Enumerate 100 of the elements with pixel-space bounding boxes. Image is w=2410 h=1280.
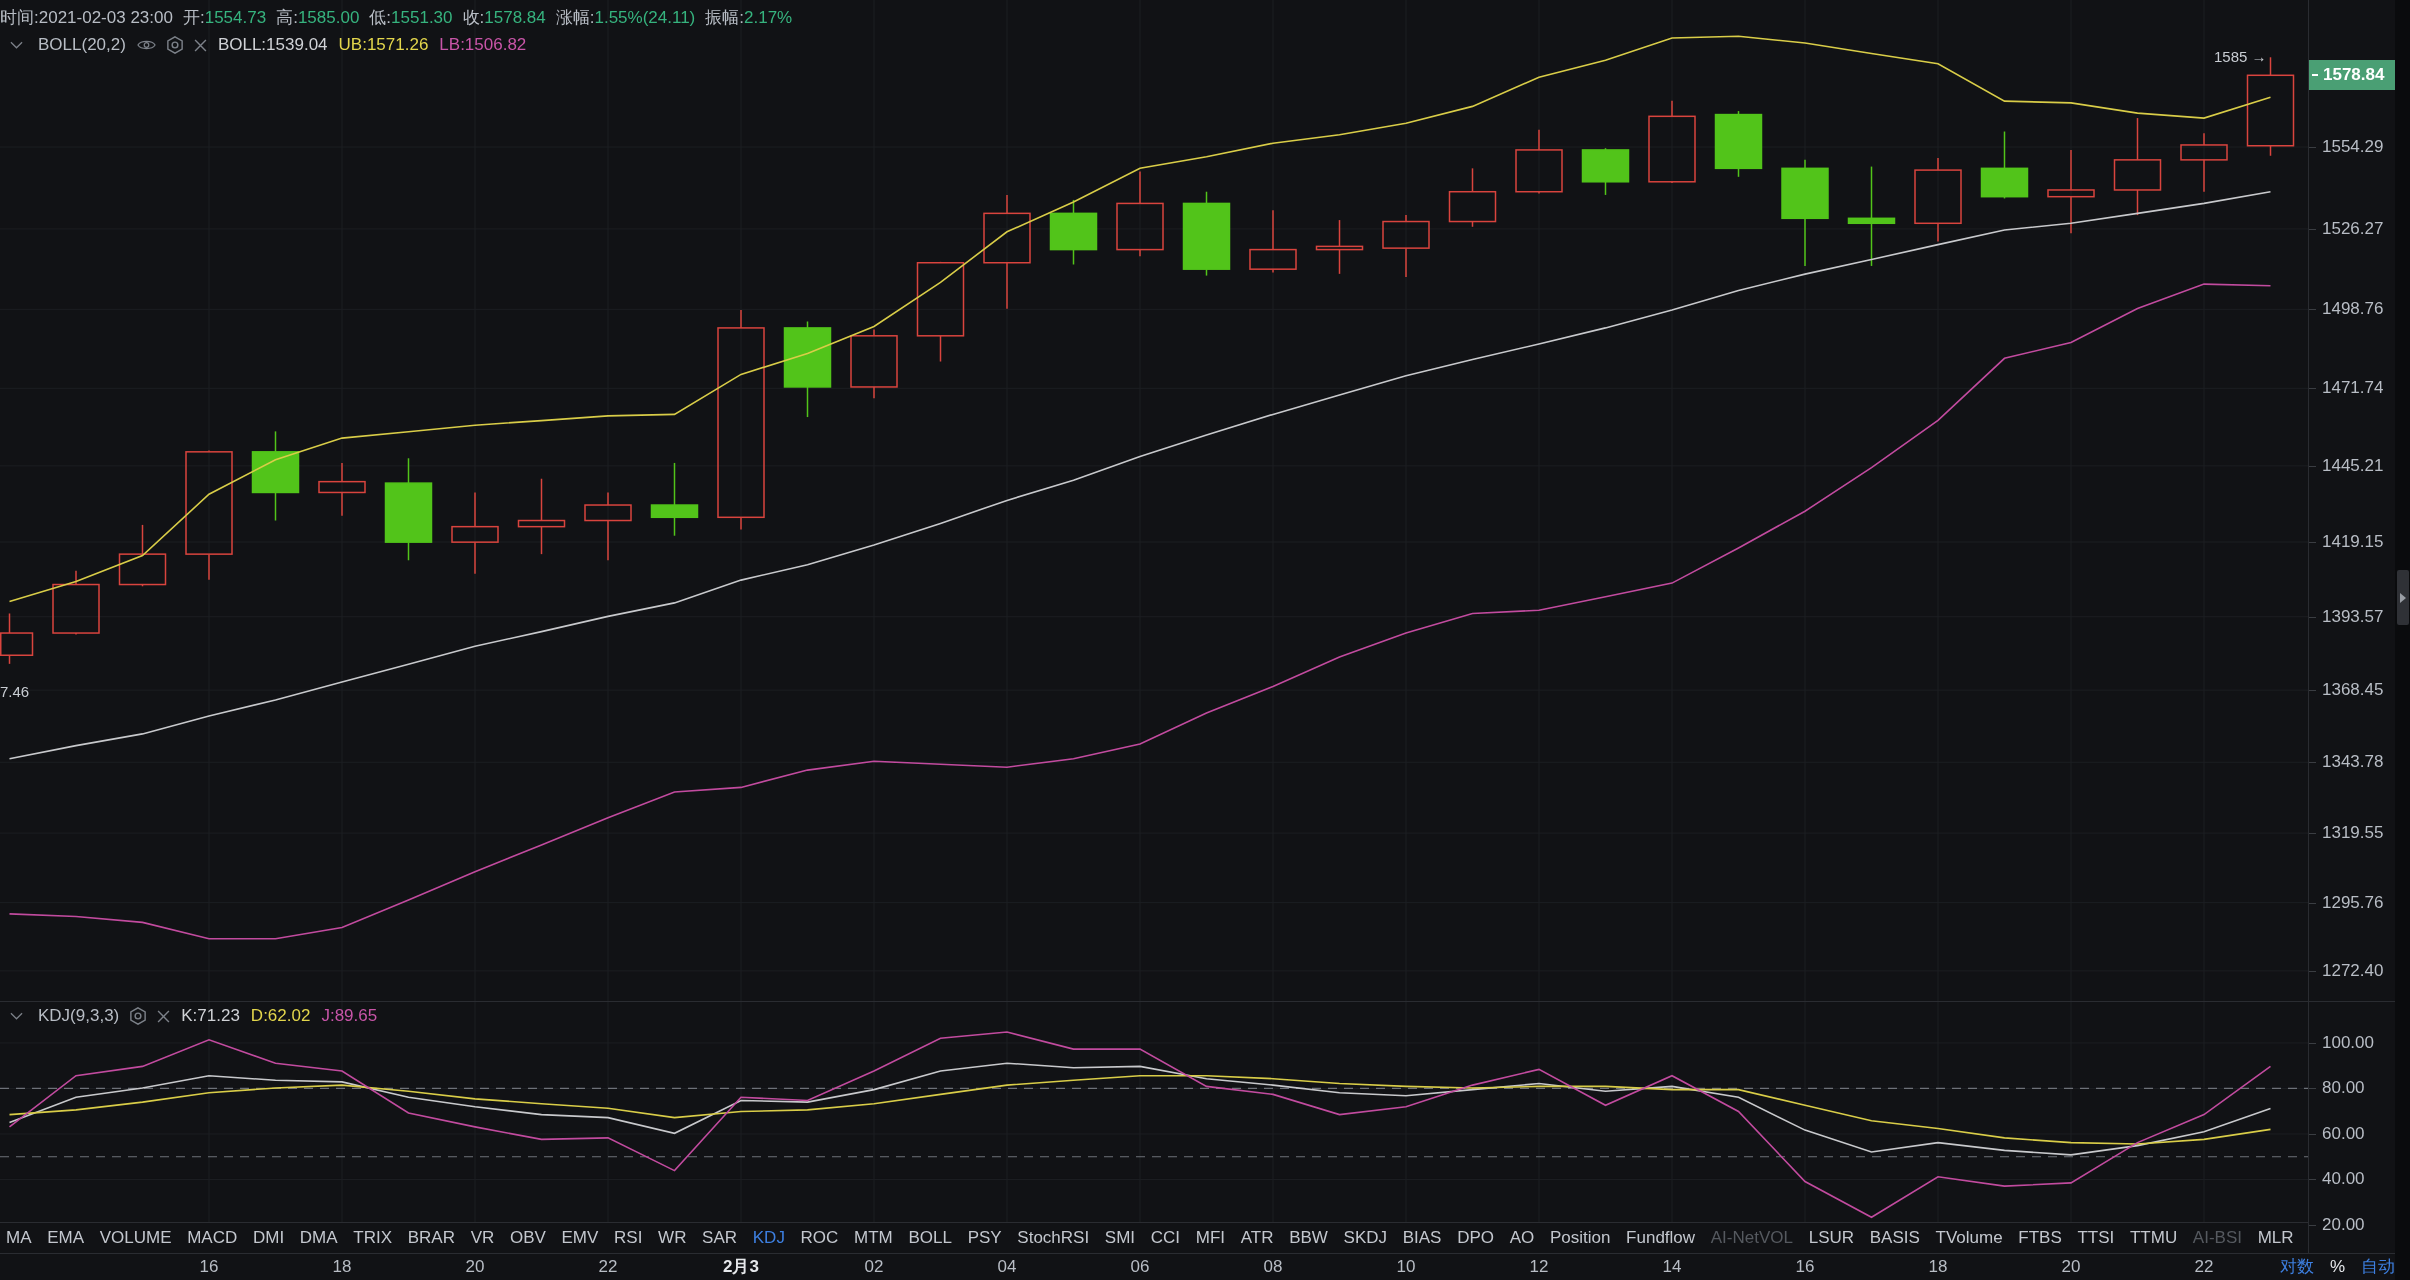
indicator-tab[interactable]: ATR xyxy=(1240,1227,1274,1249)
time-axis-label: 22 xyxy=(598,1257,618,1277)
indicator-tab[interactable]: OBV xyxy=(509,1227,546,1249)
indicator-tab[interactable]: AO xyxy=(1509,1227,1535,1249)
indicator-tab[interactable]: LSUR xyxy=(1808,1227,1855,1249)
candlestick xyxy=(1714,110,1763,178)
indicator-tab[interactable]: BIAS xyxy=(1402,1227,1442,1249)
scroll-handle[interactable] xyxy=(2397,570,2409,625)
candlestick xyxy=(1980,130,2029,200)
indicator-tab[interactable]: DPO xyxy=(1457,1227,1494,1249)
candlestick xyxy=(118,524,167,588)
close-icon[interactable] xyxy=(193,38,207,52)
time-axis-label: 06 xyxy=(1130,1257,1150,1277)
quote-stat-text: 振幅:2.17% xyxy=(705,7,793,29)
price-axis-label: 1272.40 xyxy=(2322,960,2384,981)
indicator-tab[interactable]: RSI xyxy=(614,1227,643,1249)
indicator-tab[interactable]: SAR xyxy=(702,1227,738,1249)
oscillator-axis-label: 80.00 xyxy=(2322,1078,2365,1099)
indicator-tab[interactable]: WR xyxy=(658,1227,687,1249)
time-axis-label: 14 xyxy=(1662,1257,1682,1277)
indicator-value: UB:1571.26 xyxy=(338,34,429,56)
time-axis-label: 16 xyxy=(1795,1257,1815,1277)
current-price-tag: 1578.84 xyxy=(2309,60,2396,91)
indicator-tab[interactable]: MACD xyxy=(187,1227,238,1249)
scale-toggle[interactable]: % xyxy=(2329,1256,2345,1278)
candlestick xyxy=(1249,209,1297,274)
low-price-marker: 7.46 xyxy=(0,681,30,702)
time-axis-label: 12 xyxy=(1529,1257,1549,1277)
price-axis-label: 1295.76 xyxy=(2322,892,2384,913)
indicator-tab[interactable]: Position xyxy=(1549,1227,1611,1249)
indicator-tab[interactable]: BRAR xyxy=(407,1227,455,1249)
price-axis-label: 1319.55 xyxy=(2322,823,2384,844)
scale-toggle[interactable]: 对数 xyxy=(2279,1256,2314,1278)
scale-toggle[interactable]: 自动 xyxy=(2361,1256,2395,1278)
indicator-tab[interactable]: CCI xyxy=(1150,1227,1181,1249)
oscillator-axis-label: 60.00 xyxy=(2322,1124,2365,1144)
indicator-tab[interactable]: PSY xyxy=(967,1227,1002,1249)
indicator-tab[interactable]: MTM xyxy=(854,1227,893,1249)
indicator-tab[interactable]: TRIX xyxy=(353,1227,392,1249)
price-axis-label: 1471.74 xyxy=(2322,378,2384,399)
close-icon[interactable] xyxy=(157,1009,171,1023)
time-axis-label: 10 xyxy=(1396,1257,1416,1277)
price-axis-label: 1343.78 xyxy=(2322,752,2384,773)
indicator-tab[interactable]: MA xyxy=(6,1227,32,1249)
indicator-tab[interactable]: TTMU xyxy=(2129,1227,2178,1249)
time-axis-label: 16 xyxy=(199,1257,219,1277)
indicator-tab[interactable]: StochRSI xyxy=(1017,1227,1090,1249)
price-axis-label: 1419.15 xyxy=(2322,532,2384,552)
indicator-tab[interactable]: DMA xyxy=(299,1227,338,1249)
candlestick xyxy=(1515,129,1563,195)
indicator-value: D:62.02 xyxy=(250,1005,311,1027)
quote-stat-text: 高:1585.00 xyxy=(276,7,360,29)
quote-stat-text: 低:1551.30 xyxy=(369,7,453,29)
candlestick xyxy=(0,612,34,665)
settings-icon[interactable] xyxy=(130,1007,147,1025)
indicator-tab[interactable]: FTBS xyxy=(2018,1227,2062,1249)
indicator-tab[interactable]: BBW xyxy=(1289,1227,1328,1249)
time-axis-label: 08 xyxy=(1263,1257,1283,1277)
indicator-tab[interactable]: BOLL xyxy=(908,1227,952,1249)
indicator-tab[interactable]: BASIS xyxy=(1869,1227,1920,1249)
candlestick xyxy=(1382,214,1430,278)
high-price-marker: 1585 → xyxy=(2213,47,2267,68)
indicator-value: LB:1506.82 xyxy=(439,34,527,56)
indicator-tab[interactable]: DMI xyxy=(252,1227,285,1249)
time-axis-label: 22 xyxy=(2194,1257,2214,1277)
quote-stat-text: 收:1578.84 xyxy=(462,7,546,29)
chevron-down-icon[interactable] xyxy=(10,41,23,49)
candlestick xyxy=(52,570,100,636)
time-axis-label: 20 xyxy=(465,1257,485,1277)
indicator-tab[interactable]: SKDJ xyxy=(1343,1227,1388,1249)
indicator-name: KDJ(9,3,3) xyxy=(38,1005,120,1027)
indicator-tab[interactable]: KDJ xyxy=(752,1227,785,1249)
indicator-tab[interactable]: ROC xyxy=(800,1227,839,1249)
indicator-tab[interactable]: MFI xyxy=(1195,1227,1225,1249)
indicator-tab[interactable]: VOLUME xyxy=(99,1227,172,1249)
candlestick xyxy=(2180,132,2228,193)
timestamp-text: 时间:2021-02-03 23:00 xyxy=(0,7,173,29)
indicator-value: BOLL:1539.04 xyxy=(217,34,328,56)
chevron-down-icon[interactable] xyxy=(10,1012,23,1020)
indicator-value: K:71.23 xyxy=(181,1005,240,1027)
candlestick xyxy=(850,328,898,400)
oscillator-axis-label: 40.00 xyxy=(2322,1169,2365,1190)
indicator-name: BOLL(20,2) xyxy=(38,34,126,56)
price-axis-label: 1368.45 xyxy=(2322,680,2384,701)
indicator-tab[interactable]: VR xyxy=(470,1227,495,1249)
indicator-tab[interactable]: EMA xyxy=(47,1227,85,1249)
time-axis-label: 2月3 xyxy=(723,1257,759,1277)
indicator-tab[interactable]: EMV xyxy=(561,1227,599,1249)
candlestick xyxy=(1581,147,1630,196)
oscillator-axis-label: 20.00 xyxy=(2322,1215,2365,1235)
indicator-tab[interactable]: TTSI xyxy=(2077,1227,2115,1249)
caret-icon xyxy=(2400,592,2406,603)
eye-icon[interactable] xyxy=(136,39,156,51)
indicator-tab[interactable]: SMI xyxy=(1104,1227,1136,1249)
indicator-tab[interactable]: Fundflow xyxy=(1626,1227,1696,1249)
candlestick xyxy=(318,462,366,517)
settings-icon[interactable] xyxy=(166,36,183,54)
indicator-tab[interactable]: TVolume xyxy=(1935,1227,2003,1249)
indicator-tab[interactable]: MLR xyxy=(2257,1227,2294,1249)
price-axis-label: 1393.57 xyxy=(2322,606,2384,627)
